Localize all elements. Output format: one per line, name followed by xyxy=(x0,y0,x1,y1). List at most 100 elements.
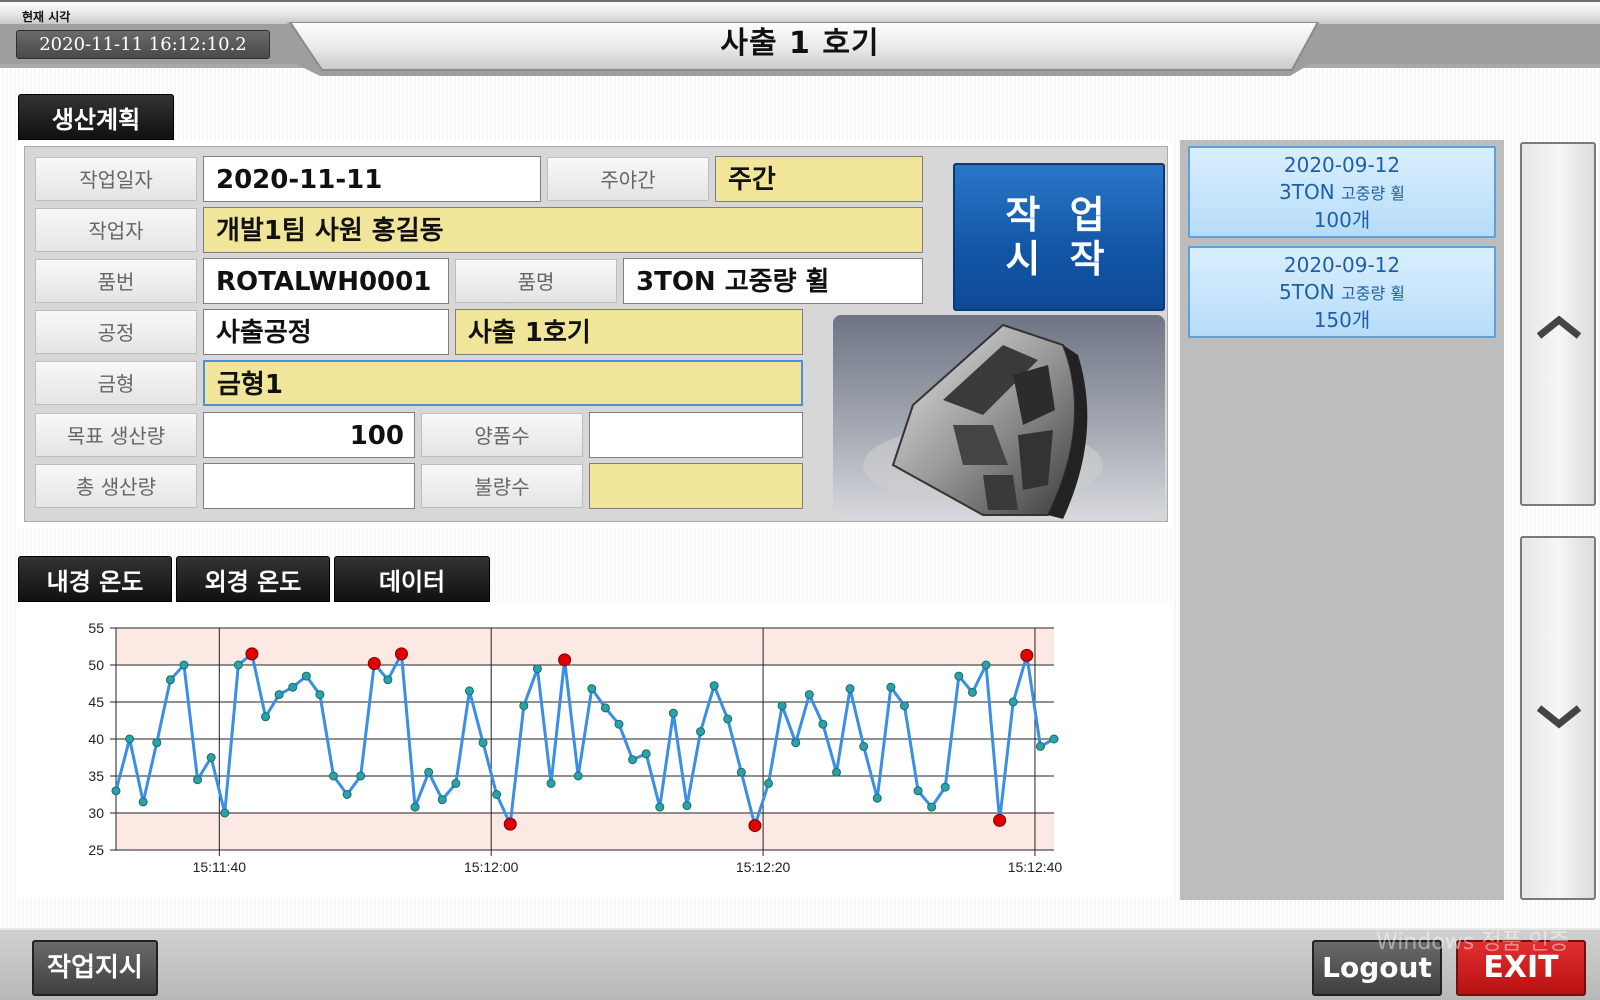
order-description: 고중량 휠 xyxy=(1341,284,1405,303)
work-order-item[interactable]: 2020-09-12 5TON 고중량 휠 150개 xyxy=(1188,246,1496,338)
tab-outer-temperature[interactable]: 외경 온도 xyxy=(176,556,330,602)
data-point xyxy=(791,738,801,748)
order-description: 고중량 휠 xyxy=(1341,184,1405,203)
alarm-point xyxy=(993,813,1007,827)
x-tick-label: 15:11:40 xyxy=(193,859,247,875)
temperature-chart-plot: 25 30 35 40 45 50 55 15:11:40 15:12:00 15:12:20 15… xyxy=(88,620,1062,875)
wheel-illustration xyxy=(863,323,1103,519)
alarm-point xyxy=(394,647,408,661)
data-point xyxy=(641,749,651,759)
tab-production-plan[interactable]: 생산계획 xyxy=(18,94,174,140)
data-point xyxy=(464,686,474,696)
data-point xyxy=(424,767,434,777)
temperature-chart: 25 30 35 40 45 50 55 15:11:40 15:12:00 15:12:20 15… xyxy=(18,602,1174,898)
part-number-label: 품번 xyxy=(35,259,197,303)
page-title: 사출 1 호기 xyxy=(720,26,880,61)
x-tick-label: 15:12:20 xyxy=(736,859,791,875)
data-point xyxy=(668,708,678,718)
work-date-label: 작업일자 xyxy=(35,157,197,201)
data-point xyxy=(356,771,366,781)
y-tick-label: 55 xyxy=(88,620,104,636)
tab-data[interactable]: 데이터 xyxy=(334,556,490,602)
data-point xyxy=(138,797,148,807)
data-point xyxy=(940,782,950,792)
data-point xyxy=(628,755,638,765)
worker-field[interactable]: 개발1팀 사원 홍길동 xyxy=(203,207,923,253)
order-quantity: 150개 xyxy=(1313,308,1371,332)
data-point xyxy=(886,682,896,692)
data-point xyxy=(831,767,841,777)
part-name-field[interactable]: 3TON 고중량 휠 xyxy=(623,258,923,304)
alarm-point xyxy=(367,657,381,671)
target-quantity-label: 목표 생산량 xyxy=(35,413,197,457)
tab-inner-temperature[interactable]: 내경 온도 xyxy=(18,556,172,602)
data-point xyxy=(859,741,869,751)
total-quantity-label: 총 생산량 xyxy=(35,464,197,508)
process-field[interactable]: 사출공정 xyxy=(203,309,449,355)
mold-field[interactable]: 금형1 xyxy=(203,360,803,406)
data-point xyxy=(723,714,733,724)
data-point xyxy=(437,795,447,805)
process-label: 공정 xyxy=(35,310,197,354)
y-tick-label: 25 xyxy=(88,842,104,858)
y-tick-label: 35 xyxy=(88,768,104,784)
scroll-up-button[interactable] xyxy=(1520,142,1596,506)
production-plan-panel: 작업일자 2020-11-11 주야간 주간 작업자 개발1팀 사원 홍길동 품… xyxy=(18,140,1174,528)
data-point xyxy=(193,775,203,785)
machine-field[interactable]: 사출 1호기 xyxy=(455,309,803,355)
work-order-item[interactable]: 2020-09-12 3TON 고중량 휠 100개 xyxy=(1188,146,1496,238)
upper-alarm-band xyxy=(116,628,1054,665)
data-point xyxy=(478,738,488,748)
alarm-point xyxy=(1020,648,1034,662)
data-point xyxy=(845,684,855,694)
data-point xyxy=(899,701,909,711)
data-point xyxy=(913,786,923,796)
part-number-field[interactable]: ROTALWH0001 xyxy=(203,258,449,304)
data-point xyxy=(288,682,298,692)
y-tick-label: 40 xyxy=(88,731,104,747)
alarm-point xyxy=(245,647,259,661)
data-point xyxy=(410,802,420,812)
data-point xyxy=(967,687,977,697)
data-point xyxy=(532,664,542,674)
y-tick-label: 45 xyxy=(88,694,104,710)
work-order-list: 2020-09-12 3TON 고중량 휠 100개 2020-09-12 5T… xyxy=(1180,140,1504,900)
defect-count-field[interactable] xyxy=(589,463,803,509)
total-quantity-field[interactable] xyxy=(203,463,415,509)
y-tick-label: 50 xyxy=(88,657,104,673)
clock-caption: 현재 시각 xyxy=(22,10,71,24)
start-work-button[interactable]: 작 업 시 작 xyxy=(953,163,1165,311)
data-point xyxy=(220,808,230,818)
logout-button[interactable]: Logout xyxy=(1312,940,1442,996)
data-point xyxy=(981,660,991,670)
target-quantity-field[interactable]: 100 xyxy=(203,412,415,458)
data-point xyxy=(804,690,814,700)
order-quantity: 100개 xyxy=(1313,208,1371,232)
data-point xyxy=(764,778,774,788)
scroll-down-button[interactable] xyxy=(1520,536,1596,900)
data-point xyxy=(492,790,502,799)
data-point xyxy=(451,778,461,788)
product-image xyxy=(833,315,1165,519)
data-point xyxy=(587,684,597,694)
worker-label: 작업자 xyxy=(35,208,197,252)
shift-label: 주야간 xyxy=(547,157,709,201)
data-point xyxy=(872,793,882,803)
work-order-button[interactable]: 작업지시 xyxy=(32,940,158,996)
work-date-field[interactable]: 2020-11-11 xyxy=(203,156,541,202)
good-count-field[interactable] xyxy=(589,412,803,458)
lower-alarm-band xyxy=(116,813,1054,850)
shift-field[interactable]: 주간 xyxy=(715,156,923,202)
data-point xyxy=(233,660,243,670)
data-point xyxy=(165,675,175,685)
part-name-label: 품명 xyxy=(455,259,617,303)
data-point xyxy=(1035,741,1045,751)
exit-button[interactable]: EXIT xyxy=(1456,940,1586,996)
title-bar: 현재 시각 2020-11-11 16:12:10.2 사출 1 호기 xyxy=(0,0,1600,80)
data-point xyxy=(614,719,624,729)
data-point xyxy=(954,671,964,681)
order-product: 3TON xyxy=(1279,180,1335,204)
order-date: 2020-09-12 xyxy=(1283,253,1401,277)
data-point xyxy=(1049,734,1059,744)
footer-bar: 작업지시 Logout EXIT xyxy=(0,928,1600,1000)
